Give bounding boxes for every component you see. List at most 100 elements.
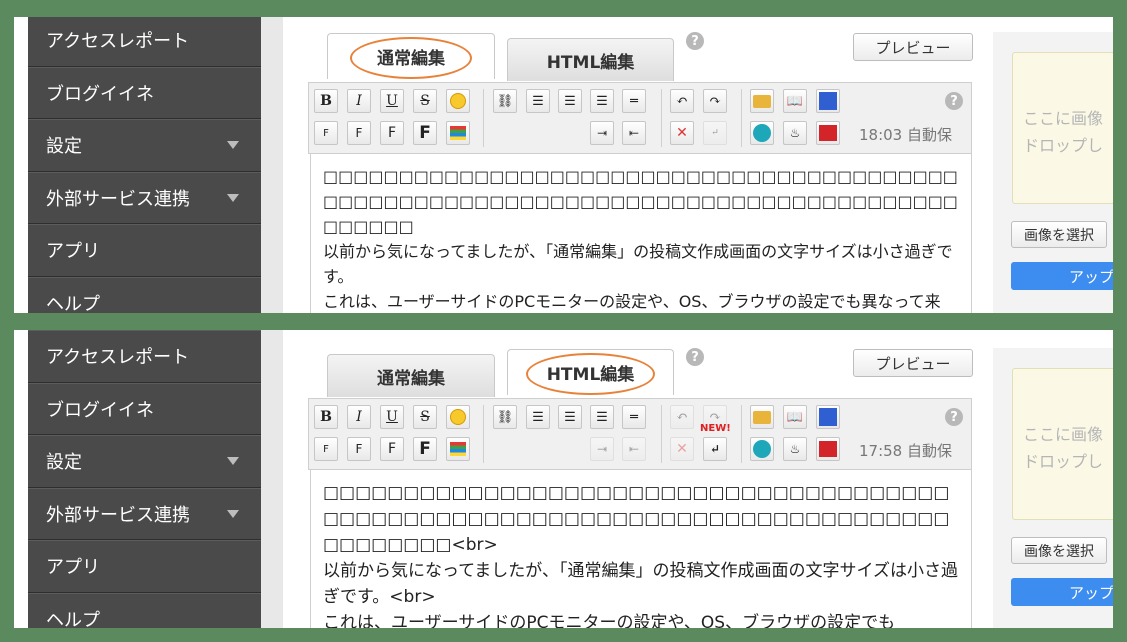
toolbar-separator — [741, 89, 742, 147]
indent-button[interactable]: ⇥ — [590, 121, 614, 145]
sidebar-item-apps[interactable]: アプリ — [28, 540, 261, 593]
video-button[interactable] — [816, 437, 840, 461]
sidebar-item-help[interactable]: ヘルプ — [28, 592, 261, 628]
font-size-s-button[interactable]: F — [347, 437, 371, 461]
image-dropzone[interactable]: ここに画像 ドロップし — [1012, 368, 1113, 520]
horizontal-rule-button[interactable]: ═ — [622, 405, 646, 429]
sidebar-item-blog-iine[interactable]: ブログイイネ — [28, 66, 261, 119]
font-size-m-button[interactable]: F — [380, 121, 404, 145]
editor-content[interactable]: □□□□□□□□□□□□□□□□□□□□□□□□□□□□□□□□□□□□□□□□… — [310, 470, 972, 628]
dropzone-text: ここに画像 — [1023, 109, 1104, 128]
font-size-l-button[interactable]: F — [413, 121, 437, 145]
sidebar-item-settings[interactable]: 設定 — [28, 435, 261, 488]
restaurant-button[interactable] — [750, 121, 774, 145]
chef-hat-icon: ♨ — [789, 442, 801, 456]
select-image-button[interactable]: 画像を選択 — [1011, 221, 1107, 248]
sidebar-item-access-report[interactable]: アクセスレポート — [28, 330, 261, 383]
tab-normal-edit[interactable]: 通常編集 — [327, 33, 495, 79]
bold-button[interactable]: B — [314, 405, 338, 429]
italic-button[interactable]: I — [347, 405, 371, 429]
color-button[interactable] — [446, 437, 470, 461]
link-button[interactable]: ⛓ — [493, 89, 517, 113]
sidebar-item-external-services[interactable]: 外部サービス連携 — [28, 487, 261, 540]
folder-button[interactable] — [750, 405, 774, 429]
upload-button[interactable]: アップ — [1011, 262, 1113, 290]
sidebar-item-label: 外部サービス連携 — [46, 504, 190, 526]
toolbar-help-icon[interactable]: ? — [945, 92, 963, 110]
indent-button[interactable]: ⇥ — [590, 437, 614, 461]
recipe-button[interactable]: ♨ — [783, 121, 807, 145]
clear-format-button[interactable]: ✕ — [670, 437, 694, 461]
clear-format-button[interactable]: ✕ — [670, 121, 694, 145]
redo-button[interactable]: ↷ — [703, 89, 727, 113]
fork-knife-icon — [753, 124, 771, 142]
horizontal-rule-icon: ═ — [630, 409, 638, 425]
auto-linebreak-button[interactable]: ↵ — [703, 437, 727, 461]
align-left-button[interactable]: ☰ — [526, 405, 550, 429]
sidebar-item-settings[interactable]: 設定 — [28, 119, 261, 172]
undo-icon: ↶ — [676, 93, 688, 109]
underline-button[interactable]: U — [380, 89, 404, 113]
restaurant-button[interactable] — [750, 437, 774, 461]
font-size-xs-button[interactable]: F — [314, 437, 338, 461]
image-dropzone[interactable]: ここに画像 ドロップし — [1012, 52, 1113, 204]
preview-button[interactable]: プレビュー — [853, 33, 973, 61]
italic-button[interactable]: I — [347, 89, 371, 113]
align-left-button[interactable]: ☰ — [526, 89, 550, 113]
toolbar-help-icon[interactable]: ? — [945, 408, 963, 426]
video-button[interactable] — [816, 121, 840, 145]
toolbar-separator — [483, 89, 484, 147]
sidebar-divider — [261, 17, 283, 313]
bold-button[interactable]: B — [314, 89, 338, 113]
sidebar-item-blog-iine[interactable]: ブログイイネ — [28, 382, 261, 435]
sidebar-item-apps[interactable]: アプリ — [28, 224, 261, 277]
indent-icon: ⇥ — [596, 442, 608, 456]
emoji-button[interactable] — [446, 89, 470, 113]
underline-button[interactable]: U — [380, 405, 404, 429]
font-size-l-button[interactable]: F — [413, 437, 437, 461]
stairs-button[interactable] — [816, 405, 840, 429]
sidebar-item-help[interactable]: ヘルプ — [28, 276, 261, 313]
align-center-button[interactable]: ☰ — [558, 405, 582, 429]
font-size-xs-button[interactable]: F — [314, 121, 338, 145]
editor-content[interactable]: □□□□□□□□□□□□□□□□□□□□□□□□□□□□□□□□□□□□□□□□… — [310, 154, 972, 313]
select-image-label: 画像を選択 — [1024, 543, 1094, 560]
folder-button[interactable] — [750, 89, 774, 113]
sidebar-item-label: ブログイイネ — [46, 399, 154, 421]
emoji-icon — [450, 409, 466, 425]
undo-button[interactable]: ↶ — [670, 89, 694, 113]
font-size-m-button[interactable]: F — [380, 437, 404, 461]
tab-normal-edit[interactable]: 通常編集 — [327, 354, 495, 397]
emoji-button[interactable] — [446, 405, 470, 429]
stairs-button[interactable] — [816, 89, 840, 113]
horizontal-rule-button[interactable]: ═ — [622, 89, 646, 113]
strikethrough-button[interactable]: S — [413, 405, 437, 429]
recipe-button[interactable]: ♨ — [783, 437, 807, 461]
book-icon: 📖 — [786, 93, 804, 109]
align-center-button[interactable]: ☰ — [558, 89, 582, 113]
tab-html-edit[interactable]: HTML編集 — [507, 349, 674, 395]
book-button[interactable]: 📖 — [783, 89, 807, 113]
undo-button[interactable]: ↶ — [670, 405, 694, 429]
strike-label: S — [420, 93, 430, 109]
sidebar-item-access-report[interactable]: アクセスレポート — [28, 17, 261, 67]
tab-label: 通常編集 — [377, 368, 445, 389]
book-button[interactable]: 📖 — [783, 405, 807, 429]
outdent-button[interactable]: ⇤ — [622, 121, 646, 145]
sidebar-item-external-services[interactable]: 外部サービス連携 — [28, 171, 261, 224]
auto-linebreak-button[interactable]: ↵ — [703, 121, 727, 145]
tab-html-edit[interactable]: HTML編集 — [507, 38, 674, 81]
video-icon — [819, 125, 837, 141]
color-button[interactable] — [446, 121, 470, 145]
select-image-button[interactable]: 画像を選択 — [1011, 537, 1107, 564]
preview-button[interactable]: プレビュー — [853, 349, 973, 377]
upload-button[interactable]: アップ — [1011, 578, 1113, 606]
align-right-button[interactable]: ☰ — [590, 89, 614, 113]
align-right-button[interactable]: ☰ — [590, 405, 614, 429]
outdent-button[interactable]: ⇤ — [622, 437, 646, 461]
help-icon[interactable]: ? — [686, 32, 704, 50]
strikethrough-button[interactable]: S — [413, 89, 437, 113]
help-icon[interactable]: ? — [686, 348, 704, 366]
link-button[interactable]: ⛓ — [493, 405, 517, 429]
font-size-s-button[interactable]: F — [347, 121, 371, 145]
